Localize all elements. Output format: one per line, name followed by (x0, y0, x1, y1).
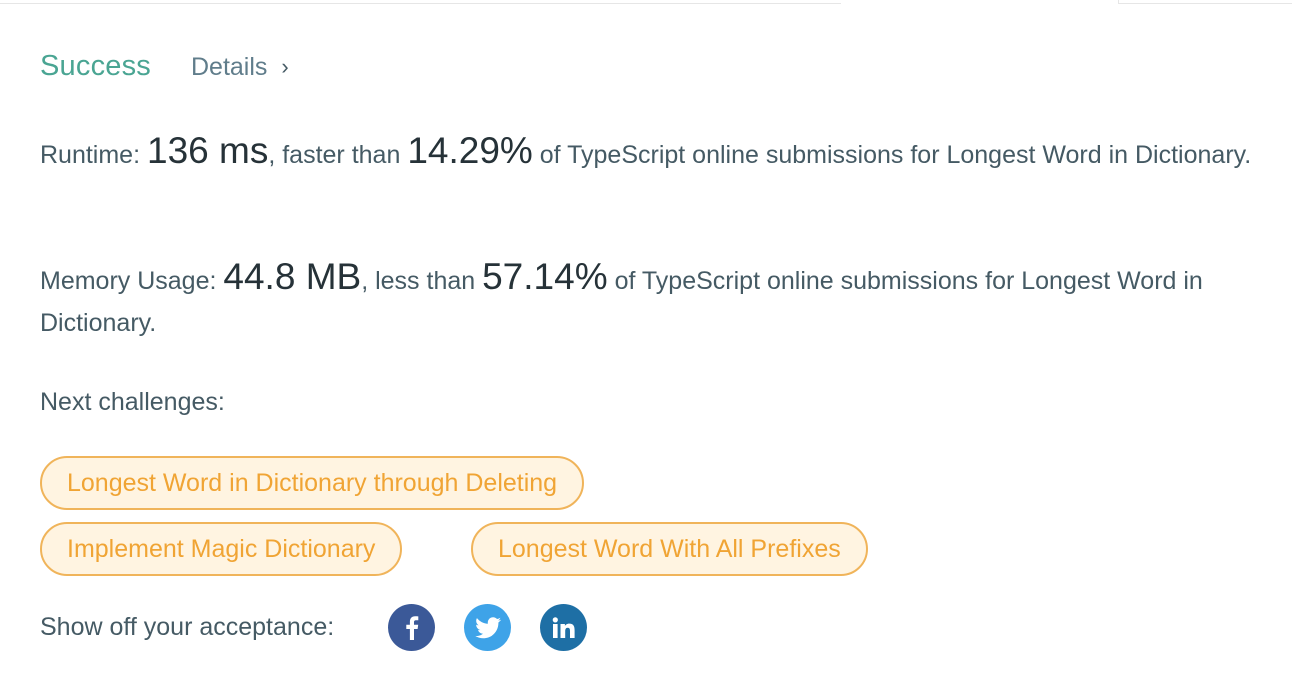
linkedin-share-button[interactable] (540, 604, 588, 651)
twitter-icon (474, 616, 501, 638)
result-status: Success (40, 50, 151, 82)
challenge-chip[interactable]: Implement Magic Dictionary (40, 522, 403, 576)
memory-value: 44.8 MB (223, 256, 362, 297)
runtime-stat: Runtime: 136 ms, faster than 14.29% of T… (40, 130, 1280, 176)
memory-comparison: , less than (361, 267, 476, 295)
runtime-percent: 14.29% (407, 130, 533, 171)
memory-label: Memory Usage: (40, 267, 217, 295)
runtime-label: Runtime: (40, 141, 141, 169)
runtime-value: 136 ms (147, 130, 269, 171)
challenge-chip[interactable]: Longest Word With All Prefixes (471, 522, 868, 576)
twitter-share-button[interactable] (464, 604, 512, 651)
facebook-share-button[interactable] (388, 604, 436, 651)
chevron-right-icon: › (281, 53, 289, 79)
tab-underline-left (0, 0, 841, 4)
memory-stat: Memory Usage: 44.8 MB, less than 57.14% … (40, 256, 1280, 344)
challenge-chip[interactable]: Longest Word in Dictionary through Delet… (40, 456, 585, 510)
runtime-suffix: of TypeScript online submissions for Lon… (539, 141, 1252, 169)
memory-percent: 57.14% (482, 256, 608, 297)
next-challenges-label: Next challenges: (40, 388, 225, 416)
result-header: Success Details › (40, 50, 289, 83)
details-link[interactable]: Details › (191, 53, 289, 82)
share-row: Show off your acceptance: (40, 604, 588, 651)
details-label: Details (191, 53, 268, 81)
facebook-icon (405, 615, 418, 640)
tab-bar-border (0, 0, 1292, 4)
tab-underline-right (1118, 0, 1292, 4)
linkedin-icon (552, 616, 575, 638)
share-label: Show off your acceptance: (40, 613, 335, 641)
runtime-comparison: , faster than (268, 141, 401, 169)
